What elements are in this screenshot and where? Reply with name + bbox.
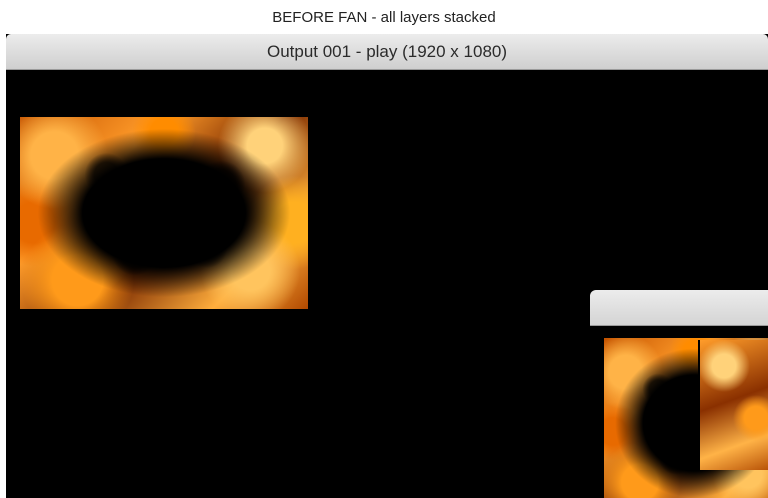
fire-layer-image [20,117,308,309]
stacked-fire-layer-image [698,340,768,470]
figure-caption: BEFORE FAN - all layers stacked [272,8,496,26]
output-window: Output 001 - play (1920 x 1080) [6,34,768,498]
output-window-title: Output 001 - play (1920 x 1080) [266,41,508,61]
second-output-window-titlebar[interactable] [590,290,768,326]
output-window-titlebar[interactable]: Output 001 - play (1920 x 1080) [6,34,768,70]
second-output-window [590,290,768,498]
